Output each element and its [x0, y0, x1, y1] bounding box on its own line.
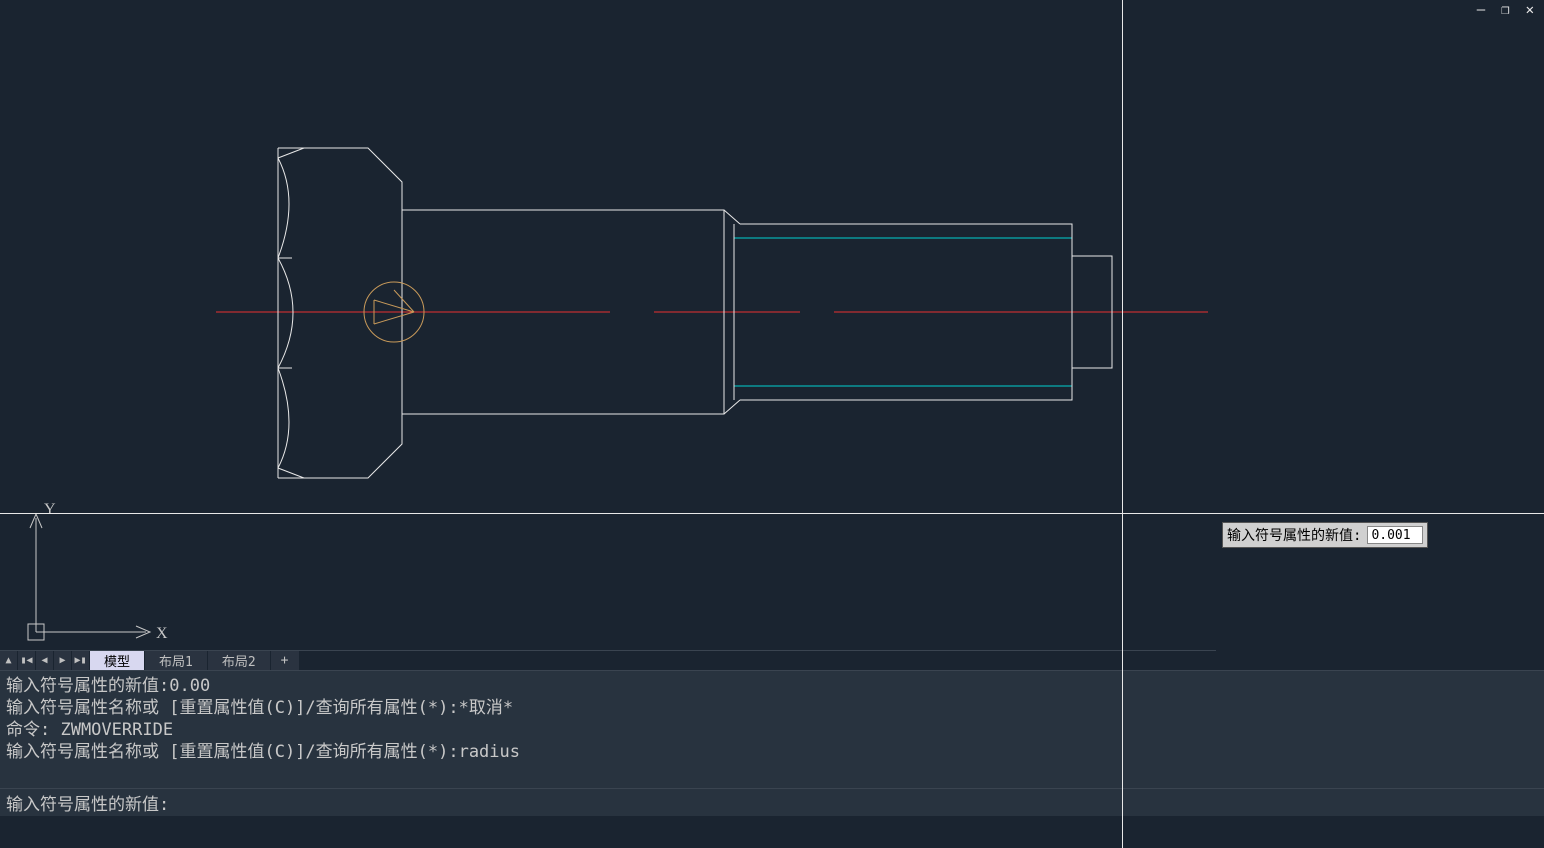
- command-input[interactable]: [171, 793, 1538, 813]
- tab-add-button[interactable]: +: [271, 651, 300, 670]
- tab-model[interactable]: 模型: [90, 651, 145, 670]
- command-history-line: 命令: ZWMOVERRIDE: [6, 719, 1538, 741]
- command-history[interactable]: 输入符号属性的新值:0.00 输入符号属性名称或 [重置属性值(C)]/查询所有…: [0, 670, 1544, 788]
- minimize-button[interactable]: —: [1473, 0, 1489, 20]
- dynamic-input-field[interactable]: [1367, 526, 1423, 544]
- ucs-x-label: X: [156, 625, 168, 642]
- crosshair-vertical: [1122, 0, 1123, 848]
- tab-scroll-up-icon[interactable]: ▲: [0, 651, 18, 670]
- tab-scroll-last-icon[interactable]: ▶▮: [72, 651, 90, 670]
- ucs-icon: Y X: [20, 500, 170, 654]
- command-prompt: 输入符号属性的新值:: [6, 790, 169, 815]
- crosshair-horizontal: [0, 513, 1544, 514]
- ucs-y-label: Y: [44, 501, 56, 518]
- window-controls: — ❐ ✕: [1473, 0, 1538, 20]
- tab-layout1[interactable]: 布局1: [145, 651, 208, 670]
- command-line: 输入符号属性的新值:: [0, 788, 1544, 816]
- maximize-button[interactable]: ❐: [1497, 0, 1513, 20]
- dynamic-input-tooltip: 输入符号属性的新值:: [1222, 522, 1428, 548]
- tab-scroll-prev-icon[interactable]: ◀: [36, 651, 54, 670]
- layout-tab-bar: ▲ ▮◀ ◀ ▶ ▶▮ 模型 布局1 布局2 +: [0, 650, 1216, 670]
- command-history-line: 输入符号属性名称或 [重置属性值(C)]/查询所有属性(*):radius: [6, 741, 1538, 763]
- tab-scroll-first-icon[interactable]: ▮◀: [18, 651, 36, 670]
- dynamic-input-label: 输入符号属性的新值:: [1227, 525, 1361, 545]
- command-history-line: 输入符号属性的新值:0.00: [6, 675, 1538, 697]
- tab-layout2[interactable]: 布局2: [208, 651, 271, 670]
- tab-scroll-next-icon[interactable]: ▶: [54, 651, 72, 670]
- drawing-canvas[interactable]: [0, 0, 1216, 648]
- close-button[interactable]: ✕: [1522, 0, 1538, 20]
- command-history-line: 输入符号属性名称或 [重置属性值(C)]/查询所有属性(*):*取消*: [6, 697, 1538, 719]
